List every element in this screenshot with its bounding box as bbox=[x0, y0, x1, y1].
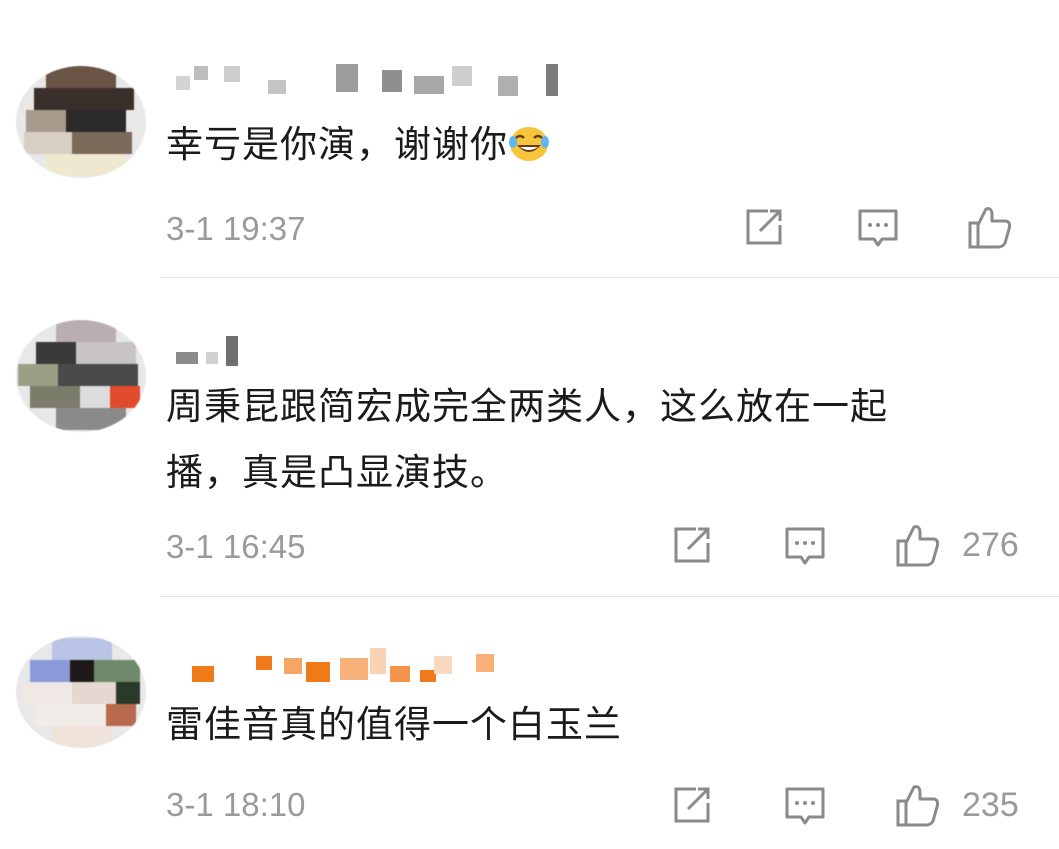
reply-button[interactable] bbox=[856, 207, 900, 251]
comment-time: 3-1 16:45 bbox=[166, 528, 306, 565]
comment-text-line: 播，真是凸显演技。 bbox=[166, 451, 508, 494]
like-count: 276 bbox=[962, 525, 1019, 564]
comment-text-line: 周秉昆跟简宏成完全两类人，这么放在一起 bbox=[166, 385, 888, 428]
comment-text: 雷佳音真的值得一个白玉兰 bbox=[166, 692, 1029, 758]
username-redacted[interactable] bbox=[168, 62, 588, 98]
comment-time: 3-1 19:37 bbox=[166, 210, 306, 247]
avatar[interactable] bbox=[16, 320, 146, 432]
reply-button[interactable] bbox=[783, 785, 827, 829]
like-button[interactable] bbox=[966, 203, 1034, 251]
comment-text-body: 幸亏是你演，谢谢你 bbox=[166, 123, 508, 166]
share-button[interactable] bbox=[670, 785, 712, 827]
share-icon bbox=[670, 785, 712, 827]
divider bbox=[160, 596, 1059, 597]
like-button[interactable]: 276 bbox=[894, 521, 1019, 569]
share-icon bbox=[742, 207, 784, 249]
share-icon bbox=[670, 525, 712, 567]
comment-item: 周秉昆跟简宏成完全两类人，这么放在一起 播，真是凸显演技。 3-1 16:45 … bbox=[0, 278, 1059, 598]
avatar[interactable] bbox=[16, 636, 146, 748]
laughing-crying-emoji bbox=[508, 118, 550, 184]
comment-text-body: 雷佳音真的值得一个白玉兰 bbox=[166, 703, 622, 746]
comment-text: 周秉昆跟简宏成完全两类人，这么放在一起 播，真是凸显演技。 bbox=[166, 374, 1029, 506]
avatar[interactable] bbox=[16, 66, 146, 178]
like-button[interactable]: 235 bbox=[894, 781, 1019, 829]
comment-icon bbox=[856, 207, 900, 251]
comment-icon bbox=[783, 785, 827, 829]
comment-icon bbox=[783, 525, 827, 569]
thumbs-up-icon bbox=[894, 521, 942, 569]
like-count: 235 bbox=[962, 785, 1019, 824]
thumbs-up-icon bbox=[894, 781, 942, 829]
thumbs-up-icon bbox=[966, 203, 1014, 251]
comment-item: 雷佳音真的值得一个白玉兰 3-1 18:10 235 bbox=[0, 598, 1059, 849]
username-redacted[interactable] bbox=[168, 334, 588, 370]
username-redacted[interactable] bbox=[168, 648, 588, 684]
share-button[interactable] bbox=[670, 525, 712, 567]
share-button[interactable] bbox=[742, 207, 784, 249]
comment-item: 幸亏是你演，谢谢你 3-1 19:37 bbox=[0, 0, 1059, 278]
comment-text: 幸亏是你演，谢谢你 bbox=[166, 112, 1029, 184]
comment-time: 3-1 18:10 bbox=[166, 786, 306, 823]
reply-button[interactable] bbox=[783, 525, 827, 569]
